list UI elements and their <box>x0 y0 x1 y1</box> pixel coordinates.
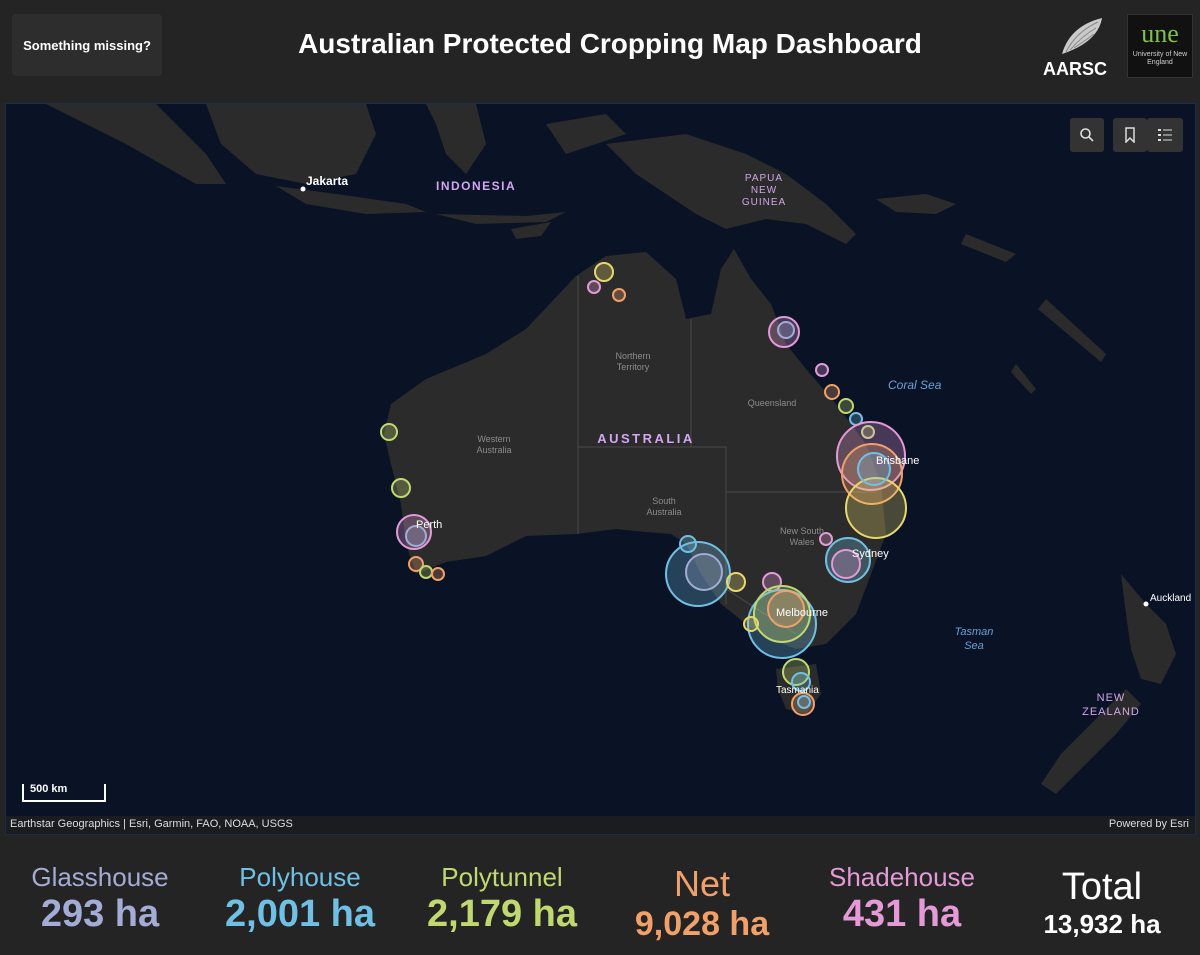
stats-bar: Glasshouse 293 ha Polyhouse 2,001 ha Pol… <box>0 840 1200 955</box>
stat-net: Net 9,028 ha <box>612 864 792 944</box>
point-geraldton <box>380 423 398 441</box>
label-nz-1: NEW <box>1097 692 1126 704</box>
point-darwin-1 <box>594 262 614 282</box>
point-darwin-3 <box>612 288 626 302</box>
label-queensland: Queensland <box>748 398 797 408</box>
une-logo-subtitle: University of New England <box>1132 51 1188 66</box>
label-brisbane: Brisbane <box>876 455 919 467</box>
point-brisbane-3 <box>845 477 907 539</box>
map-view[interactable]: Jakarta INDONESIA PAPUA NEW GUINEA Coral… <box>5 103 1196 835</box>
attribution-sources[interactable]: Earthstar Geographics | Esri, Garmin, FA… <box>10 818 293 830</box>
aarsc-mesh-icon <box>1062 18 1102 54</box>
point-adelaide-3 <box>679 535 697 553</box>
label-sa-2: Australia <box>646 507 681 517</box>
label-jakarta: Jakarta <box>306 174 348 188</box>
point-sa-2 <box>726 572 746 592</box>
label-tasman-1: Tasman <box>955 626 994 638</box>
label-tasmania: Tasmania <box>776 685 819 696</box>
une-logo-word: une <box>1141 19 1179 48</box>
attribution-powered-by[interactable]: Powered by Esri <box>1109 818 1189 830</box>
label-png-2: NEW <box>751 185 777 196</box>
stat-label: Polyhouse <box>239 862 361 892</box>
une-logo: une University of New England <box>1127 14 1193 78</box>
label-png-3: GUINEA <box>742 197 786 208</box>
label-coral-sea: Coral Sea <box>888 378 942 392</box>
label-nsw-2: Wales <box>790 537 815 547</box>
label-sa-1: South <box>652 496 676 506</box>
label-sydney: Sydney <box>852 548 889 560</box>
point-tas-4 <box>797 695 811 709</box>
stat-value: 431 ha <box>842 893 962 935</box>
something-missing-button[interactable]: Something missing? <box>12 14 162 76</box>
legend-icon <box>1158 129 1172 141</box>
label-png-1: PAPUA <box>745 173 783 184</box>
bookmark-button[interactable] <box>1113 118 1147 152</box>
label-melbourne: Melbourne <box>776 607 828 619</box>
stat-shadehouse: Shadehouse 431 ha <box>812 862 992 936</box>
stat-label: Shadehouse <box>828 862 976 892</box>
stat-label: Net <box>673 863 731 904</box>
label-indonesia: INDONESIA <box>436 179 516 193</box>
label-nt-2: Territory <box>617 362 650 372</box>
point-qld-3 <box>838 398 854 414</box>
point-darwin-2 <box>587 280 601 294</box>
stat-polyhouse: Polyhouse 2,001 ha <box>210 862 390 936</box>
stat-value: 293 ha <box>40 893 160 935</box>
point-cairns-2 <box>777 321 795 339</box>
map-attribution: Earthstar Geographics | Esri, Garmin, FA… <box>6 816 1195 834</box>
stat-polytunnel: Polytunnel 2,179 ha <box>412 862 592 936</box>
scale-bar: 500 km <box>22 783 106 802</box>
basemap[interactable]: Jakarta INDONESIA PAPUA NEW GUINEA Coral… <box>6 104 1195 834</box>
stat-label: Polytunnel <box>441 862 563 892</box>
aarsc-logo: AARSC <box>1040 14 1110 80</box>
page-title: Australian Protected Cropping Map Dashbo… <box>298 28 922 59</box>
scale-bar-label: 500 km <box>30 783 68 795</box>
label-wa-1: Western <box>477 434 510 444</box>
label-wa-2: Australia <box>476 445 511 455</box>
stat-label: Total <box>1061 866 1143 908</box>
label-tasman-2: Sea <box>964 640 984 652</box>
aarsc-logo-text: AARSC <box>1042 59 1107 79</box>
point-qld-2 <box>824 384 840 400</box>
point-qld-1 <box>815 363 829 377</box>
stat-total: Total 13,932 ha <box>1012 866 1192 940</box>
point-wa-south-3 <box>431 567 445 581</box>
stat-glasshouse: Glasshouse 293 ha <box>10 862 190 936</box>
search-button[interactable] <box>1070 118 1104 152</box>
label-nz-2: ZEALAND <box>1082 706 1140 718</box>
search-icon <box>1080 128 1094 142</box>
stat-value: 9,028 ha <box>634 905 770 943</box>
point-wa-mid <box>391 478 411 498</box>
stat-value: 2,179 ha <box>427 893 577 935</box>
stat-value: 2,001 ha <box>225 893 375 935</box>
header-bar: Something missing? Australian Protected … <box>0 0 1200 100</box>
label-perth: Perth <box>416 519 442 531</box>
point-vic-2 <box>743 616 759 632</box>
point-wa-south-2 <box>419 565 433 579</box>
label-australia: AUSTRALIA <box>597 431 695 446</box>
stat-label: Glasshouse <box>31 862 169 892</box>
point-adelaide-2 <box>685 553 723 591</box>
label-auckland: Auckland <box>1150 593 1191 604</box>
label-nsw-1: New South <box>780 526 824 536</box>
stat-value: 13,932 ha <box>1043 909 1161 939</box>
legend-button[interactable] <box>1147 118 1183 152</box>
label-nt-1: Northern <box>615 351 650 361</box>
bookmark-icon <box>1125 127 1135 143</box>
